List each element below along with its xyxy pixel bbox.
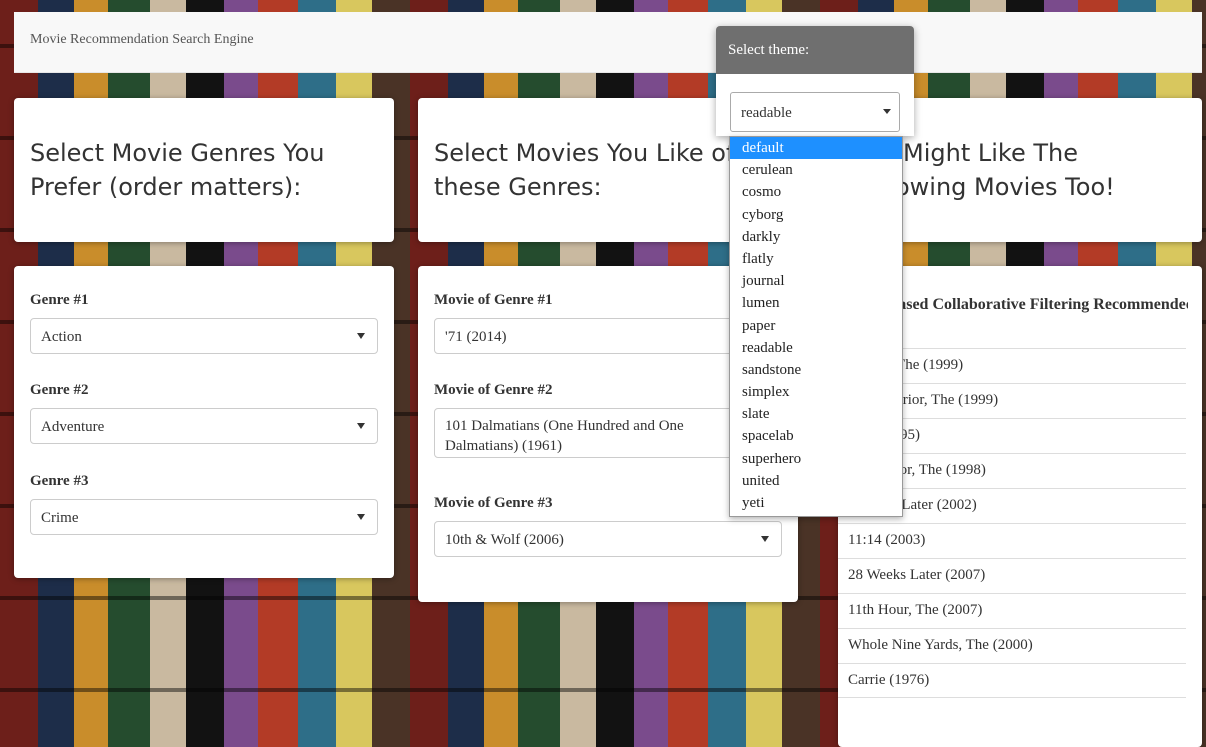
movie-3-label: Movie of Genre #3 bbox=[434, 495, 553, 511]
movie-2-value: 101 Dalmatians (One Hundred and One Dalm… bbox=[445, 418, 684, 454]
theme-option-journal[interactable]: journal bbox=[730, 270, 902, 292]
theme-option-darkly[interactable]: darkly bbox=[730, 226, 902, 248]
genre-3-label: Genre #3 bbox=[30, 473, 89, 489]
app-brand[interactable]: Movie Recommendation Search Engine bbox=[30, 32, 254, 48]
theme-label: Select theme: bbox=[716, 26, 914, 74]
theme-option-readable[interactable]: readable bbox=[730, 337, 902, 359]
movie-1-value: '71 (2014) bbox=[445, 329, 507, 345]
list-item: 11:14 (2003) bbox=[838, 523, 1186, 558]
theme-option-superhero[interactable]: superhero bbox=[730, 448, 902, 470]
genre-3-value: Crime bbox=[41, 510, 79, 526]
theme-select[interactable]: readable bbox=[730, 92, 900, 132]
caret-down-icon bbox=[357, 333, 365, 339]
caret-down-icon bbox=[761, 536, 769, 542]
theme-option-sandstone[interactable]: sandstone bbox=[730, 359, 902, 381]
genres-title-card: Select Movie Genres You Prefer (order ma… bbox=[14, 98, 394, 242]
theme-option-cyborg[interactable]: cyborg bbox=[730, 204, 902, 226]
genre-2-label: Genre #2 bbox=[30, 382, 89, 398]
genre-1-value: Action bbox=[41, 329, 82, 345]
list-item: 11th Hour, The (2007) bbox=[838, 593, 1186, 628]
theme-select-value: readable bbox=[741, 105, 792, 121]
theme-option-cosmo[interactable]: cosmo bbox=[730, 181, 902, 203]
caret-down-icon bbox=[883, 109, 891, 114]
caret-down-icon bbox=[357, 423, 365, 429]
theme-option-united[interactable]: united bbox=[730, 470, 902, 492]
navbar: Movie Recommendation Search Engine bbox=[14, 12, 1202, 73]
movie-3-value: 10th & Wolf (2006) bbox=[445, 532, 564, 548]
movie-3-select[interactable]: 10th & Wolf (2006) bbox=[434, 521, 782, 557]
theme-option-simplex[interactable]: simplex bbox=[730, 381, 902, 403]
genres-title: Select Movie Genres You Prefer (order ma… bbox=[30, 139, 325, 201]
caret-down-icon bbox=[357, 514, 365, 520]
genre-2-select[interactable]: Adventure bbox=[30, 408, 378, 444]
theme-option-slate[interactable]: slate bbox=[730, 403, 902, 425]
genre-3-select[interactable]: Crime bbox=[30, 499, 378, 535]
genre-2-value: Adventure bbox=[41, 419, 105, 435]
movie-2-label: Movie of Genre #2 bbox=[434, 382, 553, 398]
theme-dropdown-list: default cerulean cosmo cyborg darkly fla… bbox=[729, 136, 903, 518]
theme-option-spacelab[interactable]: spacelab bbox=[730, 425, 902, 447]
genre-1-label: Genre #1 bbox=[30, 292, 89, 308]
genre-form: Genre #1 Action Genre #2 Adventure Genre… bbox=[14, 266, 394, 578]
list-item: Whole Nine Yards, The (2000) bbox=[838, 628, 1186, 663]
theme-option-cerulean[interactable]: cerulean bbox=[730, 159, 902, 181]
theme-option-lumen[interactable]: lumen bbox=[730, 292, 902, 314]
theme-option-paper[interactable]: paper bbox=[730, 315, 902, 337]
theme-selector: Select theme: readable bbox=[716, 26, 914, 136]
theme-option-flatly[interactable]: flatly bbox=[730, 248, 902, 270]
theme-option-default[interactable]: default bbox=[730, 137, 902, 160]
movie-1-label: Movie of Genre #1 bbox=[434, 292, 553, 308]
list-item: 28 Weeks Later (2007) bbox=[838, 558, 1186, 593]
theme-option-yeti[interactable]: yeti bbox=[730, 492, 902, 514]
list-item: Carrie (1976) bbox=[838, 663, 1186, 698]
genre-1-select[interactable]: Action bbox=[30, 318, 378, 354]
